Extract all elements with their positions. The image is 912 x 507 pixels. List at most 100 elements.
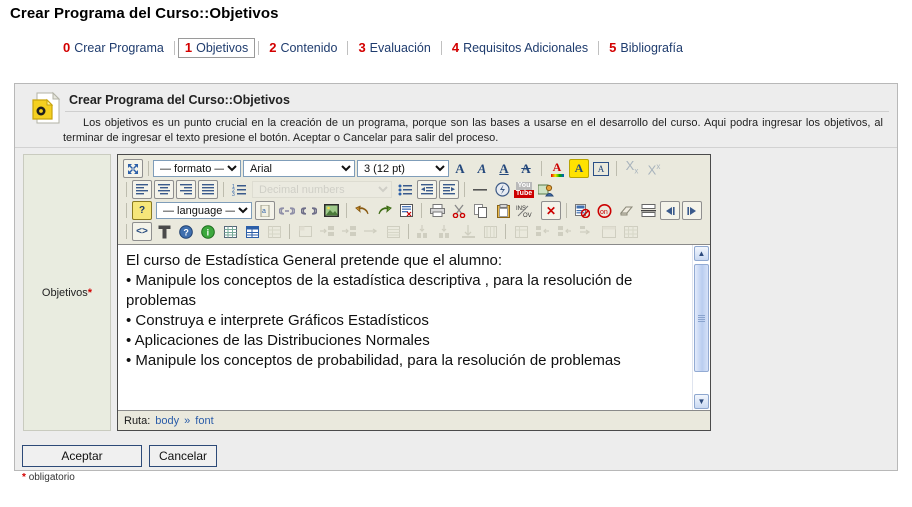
backcolor-icon[interactable]: A	[569, 159, 589, 178]
scroll-down-icon[interactable]: ▼	[694, 394, 709, 409]
table-properties-icon[interactable]	[264, 222, 284, 241]
column-delete-icon[interactable]	[458, 222, 478, 241]
table-split-cells-icon[interactable]	[577, 222, 597, 241]
table-grid-tools-icon[interactable]	[621, 222, 641, 241]
toolbar-separator	[346, 203, 347, 218]
format-select[interactable]: — formato —	[153, 160, 241, 177]
cleanup-icon[interactable]	[154, 222, 174, 241]
superscript-icon[interactable]: Xx	[644, 159, 664, 178]
tab-label: Crear Programa	[74, 41, 164, 55]
unlink-icon[interactable]	[299, 201, 319, 220]
anchor-icon[interactable]: a	[255, 201, 275, 220]
font-family-select[interactable]: Arial	[243, 160, 355, 177]
underline-icon[interactable]: A	[494, 159, 514, 178]
subscript-icon[interactable]: Xx	[622, 159, 642, 178]
table-cell-properties-icon[interactable]	[295, 222, 315, 241]
cell-split-icon[interactable]	[511, 222, 531, 241]
column-insert-after-icon[interactable]	[436, 222, 456, 241]
link-icon[interactable]	[277, 201, 297, 220]
cut-icon[interactable]	[449, 201, 469, 220]
delete-icon[interactable]: ✕	[541, 201, 561, 220]
scrollbar-thumb[interactable]	[694, 264, 709, 372]
indent-icon[interactable]	[439, 180, 459, 199]
toolbar-separator	[541, 161, 542, 176]
doc-line: • Aplicaciones de las Distribuciones Nor…	[126, 332, 430, 349]
help-icon[interactable]: ?	[132, 201, 152, 220]
insert-overwrite-icon[interactable]: INS OV	[515, 201, 539, 220]
scrollbar-grip	[698, 314, 705, 322]
row-delete-icon[interactable]	[361, 222, 381, 241]
print-icon[interactable]	[427, 201, 447, 220]
direction-rtl-icon[interactable]	[682, 201, 702, 220]
removeformat-icon[interactable]: A	[591, 159, 611, 178]
scroll-up-icon[interactable]: ▲	[694, 246, 709, 261]
forecolor-icon[interactable]: A	[547, 159, 567, 178]
align-left-icon[interactable]	[132, 180, 152, 199]
editor-document[interactable]: El curso de Estadística General pretende…	[126, 251, 686, 371]
tab-bibliografia[interactable]: 5 Bibliografía	[602, 38, 690, 58]
source-code-icon[interactable]: <>	[132, 222, 152, 241]
fullscreen-icon[interactable]	[123, 159, 143, 178]
redo-icon[interactable]	[374, 201, 394, 220]
align-right-icon[interactable]	[176, 180, 196, 199]
help-circle-icon[interactable]: ?	[176, 222, 196, 241]
direction-ltr-icon[interactable]	[660, 201, 680, 220]
column-insert-before-icon[interactable]	[414, 222, 434, 241]
flash-icon[interactable]	[492, 180, 512, 199]
image-icon[interactable]	[321, 201, 341, 220]
editor-content-area[interactable]: El curso de Estadística General pretende…	[118, 244, 710, 410]
accept-button[interactable]: Aceptar	[22, 445, 142, 467]
align-center-icon[interactable]	[154, 180, 174, 199]
language-select[interactable]: — language —	[156, 202, 252, 219]
youtube-icon[interactable]: You Tube	[513, 180, 535, 199]
row-properties-icon[interactable]	[533, 222, 553, 241]
row-insert-before-icon[interactable]	[317, 222, 337, 241]
svg-text:on: on	[600, 209, 608, 216]
media-icon[interactable]	[536, 180, 556, 199]
required-note-asterisk: *	[22, 472, 26, 483]
info-circle-icon[interactable]: i	[198, 222, 218, 241]
strikethrough-icon[interactable]: A	[516, 159, 536, 178]
note-text: Los objetivos es un punto crucial en la …	[63, 117, 883, 144]
paste-word-icon[interactable]	[572, 201, 592, 220]
italic-icon[interactable]: A	[472, 159, 492, 178]
copy-icon[interactable]	[471, 201, 491, 220]
list-style-select[interactable]: Decimal numbers	[252, 181, 392, 198]
font-size-select[interactable]: 3 (12 pt)	[357, 160, 449, 177]
tab-evaluacion[interactable]: 3 Evaluación	[351, 38, 438, 58]
paste-icon[interactable]	[493, 201, 513, 220]
row-insert-tool-icon[interactable]	[555, 222, 575, 241]
tab-crear-programa[interactable]: 0 Crear Programa	[56, 38, 171, 58]
page-break-icon[interactable]	[638, 201, 658, 220]
align-justify-icon[interactable]	[198, 180, 218, 199]
horizontal-rule-icon[interactable]	[470, 180, 490, 199]
cell-merge-icon[interactable]	[480, 222, 500, 241]
eraser-icon[interactable]	[616, 201, 636, 220]
undo-icon[interactable]	[352, 201, 372, 220]
bold-icon[interactable]: A	[450, 159, 470, 178]
required-note-text: obligatorio	[28, 472, 75, 483]
ordered-list-icon[interactable]: 123	[229, 180, 249, 199]
toolbar-separator	[126, 182, 127, 197]
table-insert-icon[interactable]	[242, 222, 262, 241]
tab-objetivos[interactable]: 1 Objetivos	[177, 38, 256, 58]
form-row-objetivos: Objetivos * — formato — Arial 3 (12 pt) …	[23, 154, 889, 431]
select-all-icon[interactable]	[396, 201, 416, 220]
toolbar-separator	[126, 203, 127, 218]
tab-contenido[interactable]: 2 Contenido	[262, 38, 345, 58]
tab-separator	[440, 41, 442, 55]
editor-scrollbar[interactable]: ▲ ▼	[692, 245, 710, 410]
table-row-tools-icon[interactable]	[599, 222, 619, 241]
outdent-icon[interactable]	[417, 180, 437, 199]
no-entry-icon[interactable]: on	[594, 201, 614, 220]
table-split-icon[interactable]	[383, 222, 403, 241]
tab-requisitos-adicionales[interactable]: 4 Requisitos Adicionales	[444, 38, 596, 58]
toolbar-separator	[223, 182, 224, 197]
table-grid-icon[interactable]	[220, 222, 240, 241]
path-node-body[interactable]: body	[155, 415, 179, 427]
cancel-button[interactable]: Cancelar	[149, 445, 217, 467]
path-node-font[interactable]: font	[195, 415, 213, 427]
row-insert-after-icon[interactable]	[339, 222, 359, 241]
unordered-list-icon[interactable]	[395, 180, 415, 199]
doc-line: • Manipule los conceptos de probabilidad…	[126, 352, 621, 369]
